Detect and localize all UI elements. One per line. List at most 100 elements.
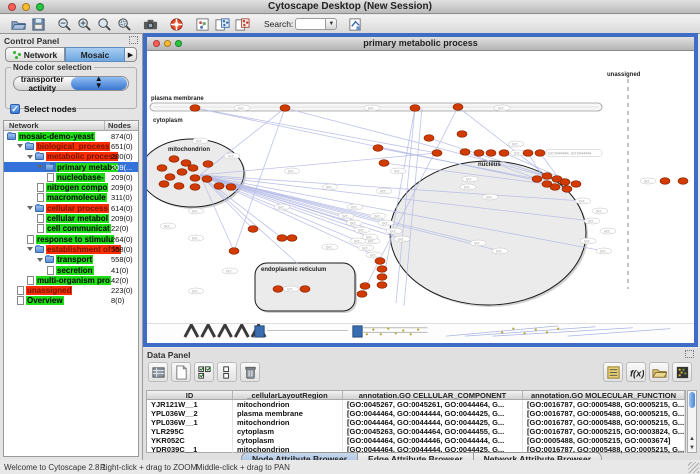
expand-handle-icon[interactable]: [27, 155, 33, 159]
attribute-batch-icon[interactable]: [672, 362, 692, 382]
graph-node[interactable]: [432, 150, 442, 157]
graph-edge[interactable]: [285, 108, 576, 184]
graph-node[interactable]: [360, 283, 370, 290]
graph-edge[interactable]: [195, 108, 437, 153]
graph-node[interactable]: [535, 150, 545, 157]
graph-node[interactable]: [202, 176, 212, 183]
snapshot-icon[interactable]: [142, 16, 158, 32]
table-row[interactable]: YPL036W__2plasma membrane[GO:0044464, GO…: [147, 409, 685, 418]
attribute-matrix-icon[interactable]: [148, 362, 168, 382]
expand-handle-icon[interactable]: [27, 206, 33, 210]
graph-node[interactable]: [177, 169, 187, 176]
tree-row[interactable]: transport558(0): [4, 255, 138, 265]
graph-node[interactable]: [203, 161, 213, 168]
table-scrollbar[interactable]: ▲ ▼: [687, 390, 697, 453]
float-window-icon[interactable]: [129, 36, 138, 44]
graph-node[interactable]: [248, 226, 258, 233]
graph-node[interactable]: [229, 248, 239, 255]
tree-row[interactable]: cellular metabol209(0): [4, 213, 138, 223]
graph-node[interactable]: [424, 135, 434, 142]
search-dropdown-arrow-icon[interactable]: ▼: [325, 18, 337, 30]
graph-node[interactable]: [460, 149, 470, 156]
tab-mosaic[interactable]: Mosaic: [65, 47, 125, 62]
network-window-titlebar[interactable]: primary metabolic process: [147, 37, 694, 51]
tree-row[interactable]: macromolecule311(0): [4, 193, 138, 203]
attribute-table-header[interactable]: ID_cellularLayoutRegionannotation.GO CEL…: [147, 391, 685, 400]
annotation-doc-icon[interactable]: [347, 16, 363, 32]
graph-node[interactable]: [169, 156, 179, 163]
search-input[interactable]: [295, 18, 325, 30]
graph-node[interactable]: [159, 181, 169, 188]
save-icon[interactable]: [30, 16, 46, 32]
expand-handle-icon[interactable]: [17, 144, 23, 148]
graph-node[interactable]: [457, 131, 467, 138]
tree-row[interactable]: biological_process651(0): [4, 141, 138, 151]
column-header[interactable]: annotation.GO MOLECULAR_FUNCTION: [523, 391, 685, 399]
graph-node[interactable]: [188, 165, 198, 172]
tree-row[interactable]: response to stimulu264(0): [4, 234, 138, 244]
table-row[interactable]: YJR121W__1mitochondrion[GO:0045267, GO:0…: [147, 400, 685, 409]
graph-node[interactable]: [214, 183, 224, 190]
tab-overflow-arrow-icon[interactable]: ▶: [125, 47, 137, 62]
node-color-dropdown[interactable]: transporter activity ▲▼: [13, 76, 129, 91]
graph-node[interactable]: [373, 145, 383, 152]
tree-row[interactable]: nucleobase-209(0): [4, 172, 138, 182]
table-row[interactable]: YLR295Ccytoplasm[GO:0045263, GO:0044464,…: [147, 427, 685, 436]
expand-handle-icon[interactable]: [27, 247, 33, 251]
scrollbar-thumb[interactable]: [689, 392, 695, 408]
graph-node[interactable]: [379, 160, 389, 167]
graph-node[interactable]: [226, 184, 236, 191]
column-header[interactable]: ID: [147, 391, 233, 399]
function-builder-icon[interactable]: f(x): [626, 362, 646, 382]
zoom-selected-icon[interactable]: [116, 16, 132, 32]
graph-node[interactable]: [273, 286, 283, 293]
graph-node[interactable]: [660, 178, 670, 185]
tree-row[interactable]: nitrogen compo209(0): [4, 182, 138, 192]
attribute-table[interactable]: ID_cellularLayoutRegionannotation.GO CEL…: [146, 390, 686, 453]
graph-node[interactable]: [542, 173, 552, 180]
graph-node[interactable]: [280, 105, 290, 112]
table-row[interactable]: YKR052Ccytoplasm[GO:0044464, GO:0044446,…: [147, 436, 685, 445]
network-view-blue-icon[interactable]: [214, 16, 230, 32]
graph-node[interactable]: [287, 235, 297, 242]
scroll-down-icon[interactable]: ▼: [688, 444, 696, 452]
resize-grip[interactable]: [688, 462, 699, 473]
graph-node[interactable]: [678, 178, 688, 185]
graph-node[interactable]: [190, 105, 200, 112]
tree-row[interactable]: cell communicat22(0): [4, 224, 138, 234]
float-window-icon[interactable]: [685, 350, 694, 358]
graph-edge[interactable]: [195, 108, 530, 179]
graph-node[interactable]: [174, 183, 184, 190]
expand-handle-icon[interactable]: [37, 258, 43, 262]
graph-node[interactable]: [190, 184, 200, 191]
graph-node[interactable]: [550, 184, 560, 191]
network-view-red-icon[interactable]: [234, 16, 250, 32]
expand-handle-icon[interactable]: [37, 165, 43, 169]
network-canvas[interactable]: GO:..GO:..GO:..GO:..GO:..GO:..GO:..GO:..…: [147, 51, 694, 323]
zoom-fit-icon[interactable]: [96, 16, 112, 32]
attribute-list-icon[interactable]: [603, 362, 623, 382]
tree-row[interactable]: secretion41(0): [4, 265, 138, 275]
tree-row[interactable]: unassigned223(0): [4, 285, 138, 295]
graph-node[interactable]: [560, 179, 570, 186]
zoom-out-icon[interactable]: [56, 16, 72, 32]
graph-edge[interactable]: [200, 175, 394, 232]
tree-row[interactable]: metabolic process280(0): [4, 152, 138, 162]
tree-row[interactable]: Overview8(0): [4, 296, 138, 306]
network-graph[interactable]: GO:..GO:..GO:..GO:..GO:..GO:..GO:..GO:..…: [147, 51, 694, 323]
graph-node[interactable]: [375, 258, 385, 265]
tab-network[interactable]: Network: [5, 47, 65, 62]
help-ring-icon[interactable]: [168, 16, 184, 32]
graph-node[interactable]: [499, 150, 509, 157]
select-attributes-icon[interactable]: [194, 362, 214, 382]
zoom-in-icon[interactable]: [76, 16, 92, 32]
graph-node[interactable]: [453, 104, 463, 111]
graph-node[interactable]: [532, 176, 542, 183]
image-export-icon[interactable]: [194, 16, 210, 32]
scroll-up-icon[interactable]: ▲: [688, 435, 696, 443]
graph-node[interactable]: [486, 150, 496, 157]
graph-node[interactable]: [190, 175, 200, 182]
graph-node[interactable]: [300, 286, 310, 293]
tree-row[interactable]: establishment of lo558(0): [4, 244, 138, 254]
open-folder-icon[interactable]: [10, 16, 26, 32]
